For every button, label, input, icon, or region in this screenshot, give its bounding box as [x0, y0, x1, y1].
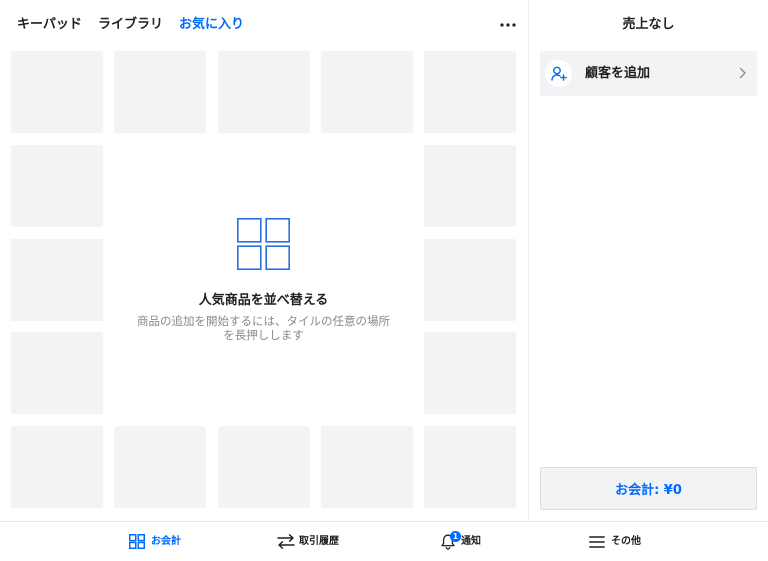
bottom-nav: お会計 取引履歴 1 通知 その他	[0, 521, 768, 561]
favorite-tile[interactable]	[114, 426, 207, 508]
tab-keypad[interactable]: キーパッド	[17, 16, 82, 34]
sale-panel-title: 売上なし	[622, 17, 675, 32]
favorite-tile[interactable]	[424, 51, 516, 133]
favorite-tile[interactable]	[320, 51, 413, 133]
more-horizontal-icon[interactable]	[499, 21, 517, 29]
person-add-icon	[550, 66, 567, 81]
empty-state-description-line: 商品の追加を開始するには、タイルの任意の場所	[137, 314, 390, 328]
avatar	[545, 60, 572, 87]
nav-item-checkout[interactable]: お会計	[124, 522, 186, 561]
favorite-tile[interactable]	[320, 426, 413, 508]
empty-state-description: 商品の追加を開始するには、タイルの任意の場所 を長押しします	[11, 314, 516, 342]
add-customer-button[interactable]: 顧客を追加	[540, 51, 757, 96]
nav-item-transactions[interactable]: 取引履歴	[272, 522, 344, 561]
favorite-tile[interactable]	[217, 51, 310, 133]
nav-label: その他	[611, 536, 641, 547]
panel-divider	[528, 0, 529, 521]
nav-label: 取引履歴	[299, 536, 339, 547]
checkout-button[interactable]: お会計: ¥0	[540, 467, 757, 510]
grid-icon	[129, 534, 145, 549]
tab-favorites[interactable]: お気に入り	[179, 16, 244, 34]
grid-icon	[237, 218, 290, 270]
nav-item-more[interactable]: その他	[584, 522, 646, 561]
empty-state-title: 人気商品を並べ替える	[198, 293, 329, 308]
notification-badge: 1	[450, 531, 461, 542]
empty-state: 人気商品を並べ替える 商品の追加を開始するには、タイルの任意の場所 を長押ししま…	[11, 210, 516, 350]
nav-label: お会計	[151, 536, 181, 547]
favorite-tile[interactable]	[217, 426, 310, 508]
nav-item-notifications[interactable]: 1 通知	[435, 522, 489, 561]
nav-label: 通知	[461, 536, 481, 547]
favorite-tile[interactable]	[11, 426, 103, 508]
favorite-tile[interactable]	[11, 51, 103, 133]
favorite-tile[interactable]	[424, 426, 516, 508]
transfer-arrows-icon	[277, 534, 295, 549]
chevron-right-icon	[739, 67, 746, 79]
tab-library[interactable]: ライブラリ	[98, 16, 163, 34]
empty-state-description-line: を長押しします	[223, 328, 304, 342]
add-customer-label: 顧客を追加	[585, 66, 651, 81]
menu-icon	[589, 536, 605, 548]
favorite-tile[interactable]	[114, 51, 207, 133]
